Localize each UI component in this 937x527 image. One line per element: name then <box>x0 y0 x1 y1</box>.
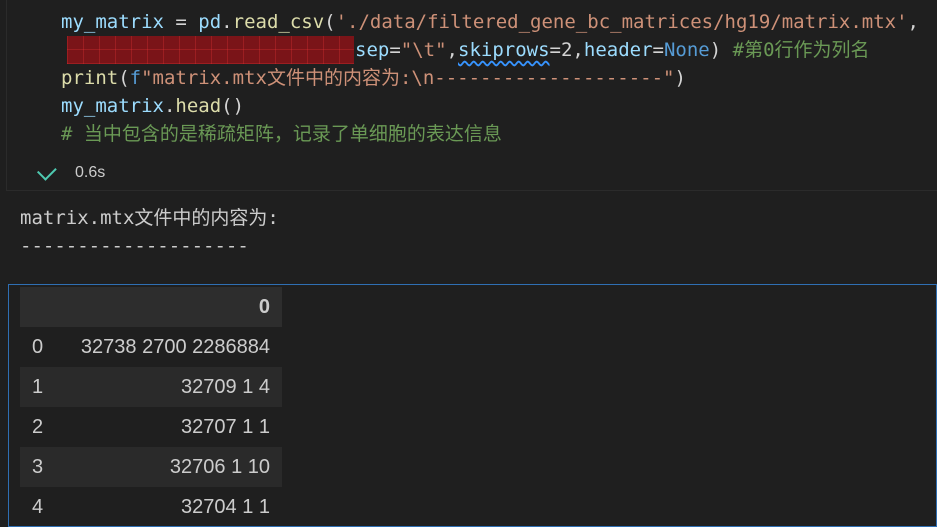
cell-value: 32709 1 4 <box>181 375 270 398</box>
code-token: = <box>389 39 401 61</box>
code-line-2[interactable]: sep="\t",skiprows=2,header=None) #第0行作为列… <box>355 36 870 64</box>
code-comment: #第0行作为列名 <box>721 39 870 61</box>
code-token: header <box>583 39 653 61</box>
code-token: . <box>221 11 233 33</box>
code-token: skiprows <box>458 39 550 61</box>
code-line-5[interactable]: # 当中包含的是稀疏矩阵，记录了单细胞的表达信息 <box>61 120 502 148</box>
code-line-4[interactable]: my_matrix.head() <box>61 92 244 120</box>
table-header-row: 0 <box>20 287 282 327</box>
code-token: my_matrix <box>61 11 164 33</box>
code-token: 2 <box>560 39 573 61</box>
table-row: 1 32709 1 4 <box>20 367 282 407</box>
table-row: 0 32738 2700 2286884 <box>20 327 282 367</box>
code-token: = <box>163 11 199 33</box>
dataframe-table: 0 0 32738 2700 2286884 1 32709 1 4 2 327… <box>20 287 282 527</box>
row-index: 4 <box>32 495 44 518</box>
column-header: 0 <box>258 295 270 318</box>
check-icon <box>36 160 57 181</box>
table-row: 3 32706 1 10 <box>20 447 282 487</box>
redacted-region <box>67 36 354 64</box>
code-token: ) <box>709 39 722 61</box>
code-token: "matrix.mtx文件中的内容为:\n-------------------… <box>141 67 675 89</box>
code-token: . <box>163 95 176 117</box>
code-comment: # 当中包含的是稀疏矩阵，记录了单细胞的表达信息 <box>61 123 502 145</box>
code-line-3[interactable]: print(f"matrix.mtx文件中的内容为:\n------------… <box>61 64 686 92</box>
code-token: read_csv <box>232 11 325 33</box>
execution-duration: 0.6s <box>75 164 106 181</box>
code-token: , <box>446 39 458 61</box>
code-token: = <box>549 39 561 61</box>
cell-value: 32738 2700 2286884 <box>80 335 270 358</box>
code-token: = <box>652 39 664 61</box>
code-cell[interactable]: my_matrix = pd.read_csv('./data/filtered… <box>6 0 937 191</box>
code-token: print <box>61 67 119 89</box>
output-text-line-1: matrix.mtx文件中的内容为: <box>20 207 279 229</box>
code-token: ) <box>674 67 686 89</box>
code-token: ( <box>118 67 130 89</box>
row-index: 3 <box>32 455 44 478</box>
row-index: 0 <box>32 335 44 358</box>
code-token: "\t" <box>400 39 447 61</box>
row-index: 2 <box>32 415 44 438</box>
row-index: 1 <box>32 375 44 398</box>
table-row: 4 32704 1 1 <box>20 487 282 527</box>
code-token: , <box>572 39 584 61</box>
table-row: 2 32707 1 1 <box>20 407 282 447</box>
code-token: pd <box>198 11 222 33</box>
output-text-line-2: -------------------- <box>20 235 249 257</box>
code-token: ( <box>324 11 336 33</box>
code-token: head <box>175 95 222 117</box>
code-token: my_matrix <box>61 95 164 117</box>
code-token: sep <box>355 39 390 61</box>
execution-status: 0.6s <box>35 160 105 186</box>
code-token: './data/filtered_gene_bc_matrices/hg19/m… <box>335 11 908 33</box>
code-token: None <box>663 39 710 61</box>
cell-value: 32706 1 10 <box>169 455 270 478</box>
cell-value: 32707 1 1 <box>181 415 270 438</box>
code-token: f <box>129 67 142 89</box>
code-token: () <box>221 95 245 117</box>
cell-value: 32704 1 1 <box>181 495 270 518</box>
index-header <box>20 287 80 327</box>
code-token: , <box>907 11 919 33</box>
code-line-1[interactable]: my_matrix = pd.read_csv('./data/filtered… <box>61 8 919 36</box>
